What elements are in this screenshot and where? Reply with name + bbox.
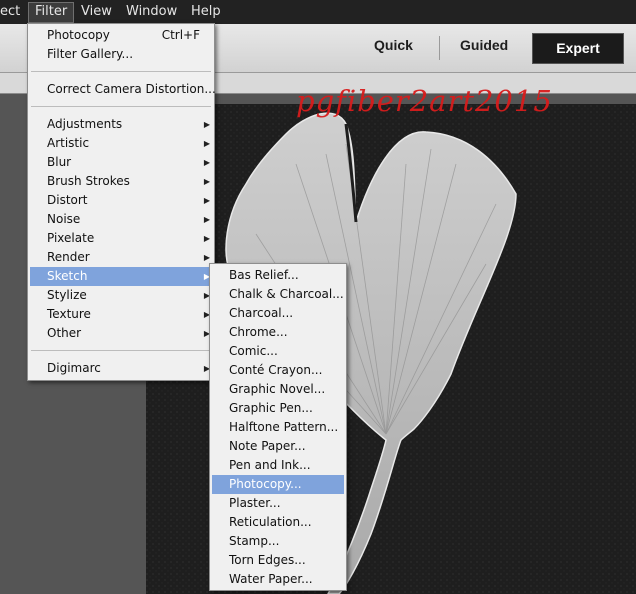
menu-item-label: Photocopy — [47, 28, 110, 42]
menu-item-sketch[interactable]: Sketch ▶ — [30, 267, 212, 286]
triangle-right-icon: ▶ — [203, 177, 210, 186]
menu-view[interactable]: View — [81, 3, 112, 21]
menu-item-label: Sketch — [47, 269, 88, 283]
submenu-item-note-paper[interactable]: Note Paper... — [212, 437, 344, 456]
submenu-item-chalk-charcoal[interactable]: Chalk & Charcoal... — [212, 285, 344, 304]
menu-item-brush-strokes[interactable]: Brush Strokes ▶ — [30, 172, 212, 191]
quick-mode-button[interactable]: Quick — [374, 37, 413, 53]
menu-item-label: Noise — [47, 212, 81, 226]
shortcut-label: Ctrl+F — [161, 28, 200, 42]
submenu-item-photocopy[interactable]: Photocopy... — [212, 475, 344, 494]
menu-item-render[interactable]: Render ▶ — [30, 248, 212, 267]
submenu-item-water-paper[interactable]: Water Paper... — [212, 570, 344, 589]
menu-help[interactable]: Help — [191, 3, 221, 21]
submenu-item-plaster[interactable]: Plaster... — [212, 494, 344, 513]
menu-item-artistic[interactable]: Artistic ▶ — [30, 134, 212, 153]
submenu-item-pen-and-ink[interactable]: Pen and Ink... — [212, 456, 344, 475]
mode-divider — [439, 36, 440, 60]
triangle-right-icon: ▶ — [203, 158, 210, 167]
menu-item-label: Distort — [47, 193, 88, 207]
menu-separator — [31, 106, 211, 107]
triangle-right-icon: ▶ — [203, 120, 210, 129]
menu-item-correct-camera-distortion[interactable]: Correct Camera Distortion... — [30, 80, 216, 99]
submenu-item-graphic-pen[interactable]: Graphic Pen... — [212, 399, 344, 418]
menu-separator — [31, 71, 211, 72]
triangle-right-icon: ▶ — [203, 215, 210, 224]
menu-item-label: Correct Camera Distortion... — [47, 82, 216, 96]
menu-select[interactable]: ect — [0, 3, 20, 21]
menu-window[interactable]: Window — [126, 3, 177, 21]
submenu-item-halftone-pattern[interactable]: Halftone Pattern... — [212, 418, 344, 437]
menu-item-distort[interactable]: Distort ▶ — [30, 191, 212, 210]
menu-item-label: Adjustments — [47, 117, 123, 131]
submenu-item-graphic-novel[interactable]: Graphic Novel... — [212, 380, 344, 399]
menu-item-filter-gallery[interactable]: Filter Gallery... — [30, 45, 212, 64]
menu-item-label: Render — [47, 250, 90, 264]
submenu-item-conte-crayon[interactable]: Conté Crayon... — [212, 361, 344, 380]
menu-item-digimarc[interactable]: Digimarc ▶ — [30, 359, 212, 378]
menu-item-photocopy[interactable]: Photocopy Ctrl+F — [30, 26, 212, 45]
menu-item-label: Stylize — [47, 288, 87, 302]
menu-bar: ect Filter View Window Help — [0, 0, 636, 24]
menu-item-blur[interactable]: Blur ▶ — [30, 153, 212, 172]
menu-separator — [31, 350, 211, 351]
menu-filter[interactable]: Filter — [28, 2, 75, 23]
menu-item-label: Pixelate — [47, 231, 95, 245]
submenu-item-chrome[interactable]: Chrome... — [212, 323, 344, 342]
watermark-text: pgfiber2art2015 — [296, 84, 553, 118]
submenu-item-charcoal[interactable]: Charcoal... — [212, 304, 344, 323]
menu-item-stylize[interactable]: Stylize ▶ — [30, 286, 212, 305]
expert-mode-button[interactable]: Expert — [532, 33, 624, 64]
submenu-item-bas-relief[interactable]: Bas Relief... — [212, 266, 344, 285]
sketch-submenu: Bas Relief... Chalk & Charcoal... Charco… — [209, 263, 347, 591]
triangle-right-icon: ▶ — [203, 196, 210, 205]
submenu-item-torn-edges[interactable]: Torn Edges... — [212, 551, 344, 570]
menu-item-adjustments[interactable]: Adjustments ▶ — [30, 115, 212, 134]
menu-item-noise[interactable]: Noise ▶ — [30, 210, 212, 229]
menu-item-label: Other — [47, 326, 82, 340]
menu-item-label: Artistic — [47, 136, 90, 150]
guided-mode-button[interactable]: Guided — [460, 37, 508, 53]
filter-menu: Photocopy Ctrl+F Filter Gallery... Corre… — [27, 23, 216, 381]
menu-item-label: Texture — [47, 307, 91, 321]
submenu-item-stamp[interactable]: Stamp... — [212, 532, 344, 551]
menu-item-pixelate[interactable]: Pixelate ▶ — [30, 229, 212, 248]
menu-item-texture[interactable]: Texture ▶ — [30, 305, 212, 324]
triangle-right-icon: ▶ — [203, 139, 210, 148]
menu-item-label: Brush Strokes — [47, 174, 130, 188]
submenu-item-comic[interactable]: Comic... — [212, 342, 344, 361]
menu-item-label: Digimarc — [47, 361, 101, 375]
menu-item-label: Blur — [47, 155, 72, 169]
submenu-item-reticulation[interactable]: Reticulation... — [212, 513, 344, 532]
menu-item-other[interactable]: Other ▶ — [30, 324, 212, 343]
triangle-right-icon: ▶ — [203, 234, 210, 243]
menu-item-label: Filter Gallery... — [47, 47, 134, 61]
